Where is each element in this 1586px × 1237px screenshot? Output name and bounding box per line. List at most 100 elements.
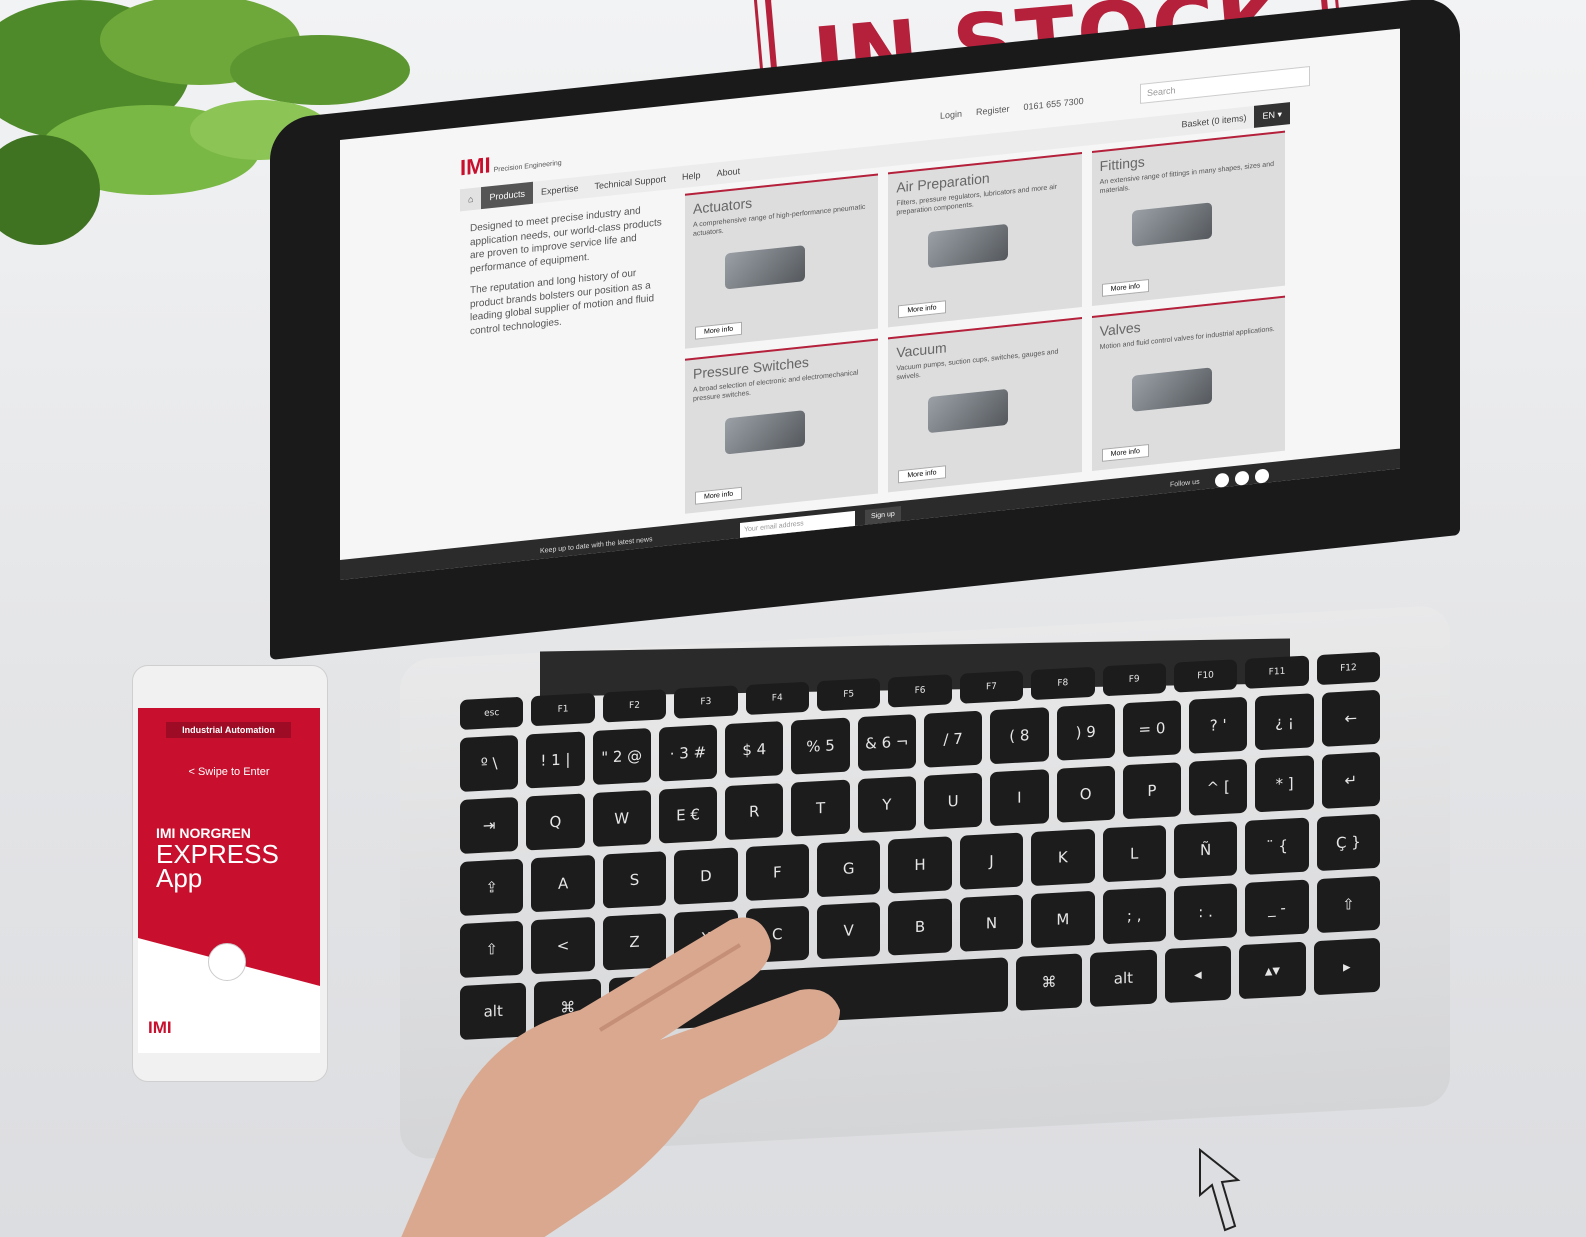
- keyboard-key[interactable]: H: [888, 836, 952, 894]
- keyboard-key[interactable]: ! 1 |: [526, 731, 585, 789]
- keyboard-key[interactable]: N: [959, 894, 1024, 952]
- keyboard-key[interactable]: M: [1031, 890, 1095, 949]
- keyboard-key[interactable]: O: [1056, 765, 1115, 823]
- vacuum-image: [928, 388, 1009, 434]
- product-card-air-preparation[interactable]: Air Preparation Filters, pressure regula…: [888, 152, 1082, 328]
- nav-technical-support[interactable]: Technical Support: [587, 173, 675, 192]
- more-info-button[interactable]: More info: [898, 300, 946, 319]
- keyboard-key[interactable]: ( 8: [990, 707, 1049, 765]
- keyboard-key[interactable]: ¿ ¡: [1255, 693, 1314, 751]
- linkedin-icon[interactable]: [1255, 468, 1269, 484]
- keyboard-key[interactable]: _ -: [1245, 879, 1309, 937]
- product-grid: Actuators A comprehensive range of high-…: [685, 130, 1285, 514]
- more-info-button[interactable]: More info: [695, 486, 743, 505]
- site-logo-text: IMI: [460, 152, 491, 181]
- keyboard-key[interactable]: $ 4: [725, 721, 784, 779]
- product-card-actuators[interactable]: Actuators A comprehensive range of high-…: [685, 173, 879, 349]
- keyboard-key[interactable]: P: [1122, 762, 1182, 820]
- keyboard-key[interactable]: F12: [1316, 651, 1381, 686]
- more-info-button[interactable]: More info: [1101, 278, 1149, 297]
- language-selector[interactable]: EN ▾: [1254, 102, 1290, 128]
- keyboard-key[interactable]: ◂: [1164, 945, 1232, 1004]
- keyboard-key[interactable]: L: [1102, 825, 1166, 883]
- keyboard-key[interactable]: F10: [1173, 659, 1238, 693]
- keyboard-key[interactable]: / 7: [923, 710, 983, 768]
- keyboard-key[interactable]: ^ [: [1189, 758, 1248, 816]
- utility-links: Login Register 0161 655 7300: [940, 96, 1084, 121]
- nav-expertise[interactable]: Expertise: [533, 182, 587, 198]
- site-logo-sub: Precision Engineering: [493, 159, 562, 174]
- keyboard-key[interactable]: K: [1031, 828, 1095, 887]
- youtube-icon[interactable]: [1235, 470, 1249, 486]
- keyboard-key[interactable]: F3: [674, 685, 738, 719]
- register-link[interactable]: Register: [976, 104, 1010, 118]
- keyboard-key[interactable]: ; ,: [1102, 887, 1166, 945]
- keyboard-key[interactable]: : .: [1173, 883, 1238, 941]
- keyboard-key[interactable]: G: [816, 839, 881, 898]
- more-info-button[interactable]: More info: [898, 465, 946, 484]
- keyboard-key[interactable]: ) 9: [1056, 703, 1115, 761]
- keyboard-key[interactable]: F11: [1245, 655, 1309, 689]
- nav-products[interactable]: Products: [481, 181, 533, 210]
- app-brand: IMI NORGREN EXPRESS App: [156, 825, 279, 891]
- keyboard-key[interactable]: F9: [1102, 663, 1166, 697]
- keyboard-key[interactable]: E €: [658, 786, 718, 844]
- keyboard-key[interactable]: J: [959, 832, 1024, 890]
- search-icon[interactable]: [208, 943, 246, 981]
- keyboard-key[interactable]: Y: [857, 776, 916, 834]
- keyboard-key[interactable]: Q: [526, 793, 585, 851]
- keyboard-key[interactable]: B: [888, 898, 952, 956]
- keyboard-key[interactable]: ▴▾: [1239, 941, 1306, 1000]
- product-card-valves[interactable]: Valves Motion and fluid control valves f…: [1091, 295, 1285, 471]
- basket-link[interactable]: Basket (0 items): [1173, 112, 1254, 131]
- home-icon[interactable]: ⌂: [460, 187, 482, 212]
- site-search-input[interactable]: Search: [1140, 66, 1310, 104]
- keyboard-key[interactable]: ⌘: [1015, 953, 1083, 1011]
- twitter-icon[interactable]: [1215, 472, 1229, 489]
- keyboard-key[interactable]: F1: [531, 692, 595, 727]
- keyboard-key[interactable]: * ]: [1255, 755, 1314, 813]
- keyboard-key[interactable]: ↵: [1321, 751, 1380, 809]
- keyboard-key[interactable]: F: [745, 843, 809, 902]
- keyboard-key[interactable]: F4: [745, 681, 809, 716]
- keyboard-key[interactable]: esc: [460, 696, 524, 730]
- keyboard-key[interactable]: W: [592, 789, 651, 848]
- keyboard-key[interactable]: & 6 ¬: [857, 714, 916, 772]
- login-link[interactable]: Login: [940, 109, 962, 121]
- keyboard-key[interactable]: U: [923, 772, 983, 830]
- swipe-to-enter[interactable]: < Swipe to Enter: [138, 766, 320, 778]
- nav-help[interactable]: Help: [674, 169, 709, 183]
- keyboard-key[interactable]: ¨ {: [1245, 817, 1309, 875]
- keyboard-key[interactable]: alt: [1090, 949, 1157, 1007]
- keyboard-key[interactable]: F5: [816, 677, 881, 712]
- keyboard-key[interactable]: ▸: [1313, 937, 1381, 996]
- keyboard-key[interactable]: I: [990, 769, 1049, 827]
- keyboard-key[interactable]: % 5: [791, 717, 850, 775]
- keyboard-key[interactable]: ⇧: [1316, 875, 1381, 934]
- keyboard-key[interactable]: F8: [1031, 666, 1095, 701]
- nav-about[interactable]: About: [709, 165, 749, 179]
- more-info-button[interactable]: More info: [1101, 443, 1149, 462]
- keyboard-key[interactable]: F6: [888, 674, 952, 708]
- product-card-vacuum[interactable]: Vacuum Vacuum pumps, suction cups, switc…: [888, 317, 1082, 493]
- keyboard-key[interactable]: ? ': [1189, 696, 1248, 754]
- product-card-fittings[interactable]: Fittings An extensive range of fittings …: [1091, 130, 1285, 306]
- more-info-button[interactable]: More info: [695, 321, 743, 340]
- actuator-image: [725, 245, 805, 290]
- keyboard-key[interactable]: " 2 @: [592, 727, 651, 786]
- keyboard-key[interactable]: F2: [602, 689, 667, 723]
- keyboard-key[interactable]: T: [791, 779, 850, 837]
- keyboard-key[interactable]: = 0: [1122, 700, 1182, 758]
- keyboard-key[interactable]: ⇥: [460, 796, 519, 854]
- keyboard-key[interactable]: ←: [1321, 689, 1380, 747]
- product-card-pressure-switches[interactable]: Pressure Switches A broad selection of e…: [685, 338, 879, 514]
- keyboard-key[interactable]: R: [725, 783, 784, 841]
- keyboard-key[interactable]: F7: [959, 670, 1024, 704]
- photo-scene: IN STOCK IMIPrecision Engineering Login …: [0, 0, 1586, 1237]
- keyboard-key[interactable]: · 3 #: [658, 724, 718, 782]
- keyboard-key[interactable]: Ç }: [1316, 813, 1381, 872]
- keyboard-key[interactable]: Ñ: [1173, 821, 1238, 879]
- keyboard-key[interactable]: º \: [460, 734, 519, 792]
- keyboard-key[interactable]: D: [674, 847, 738, 905]
- site-logo[interactable]: IMI Precision Engineering: [460, 145, 562, 182]
